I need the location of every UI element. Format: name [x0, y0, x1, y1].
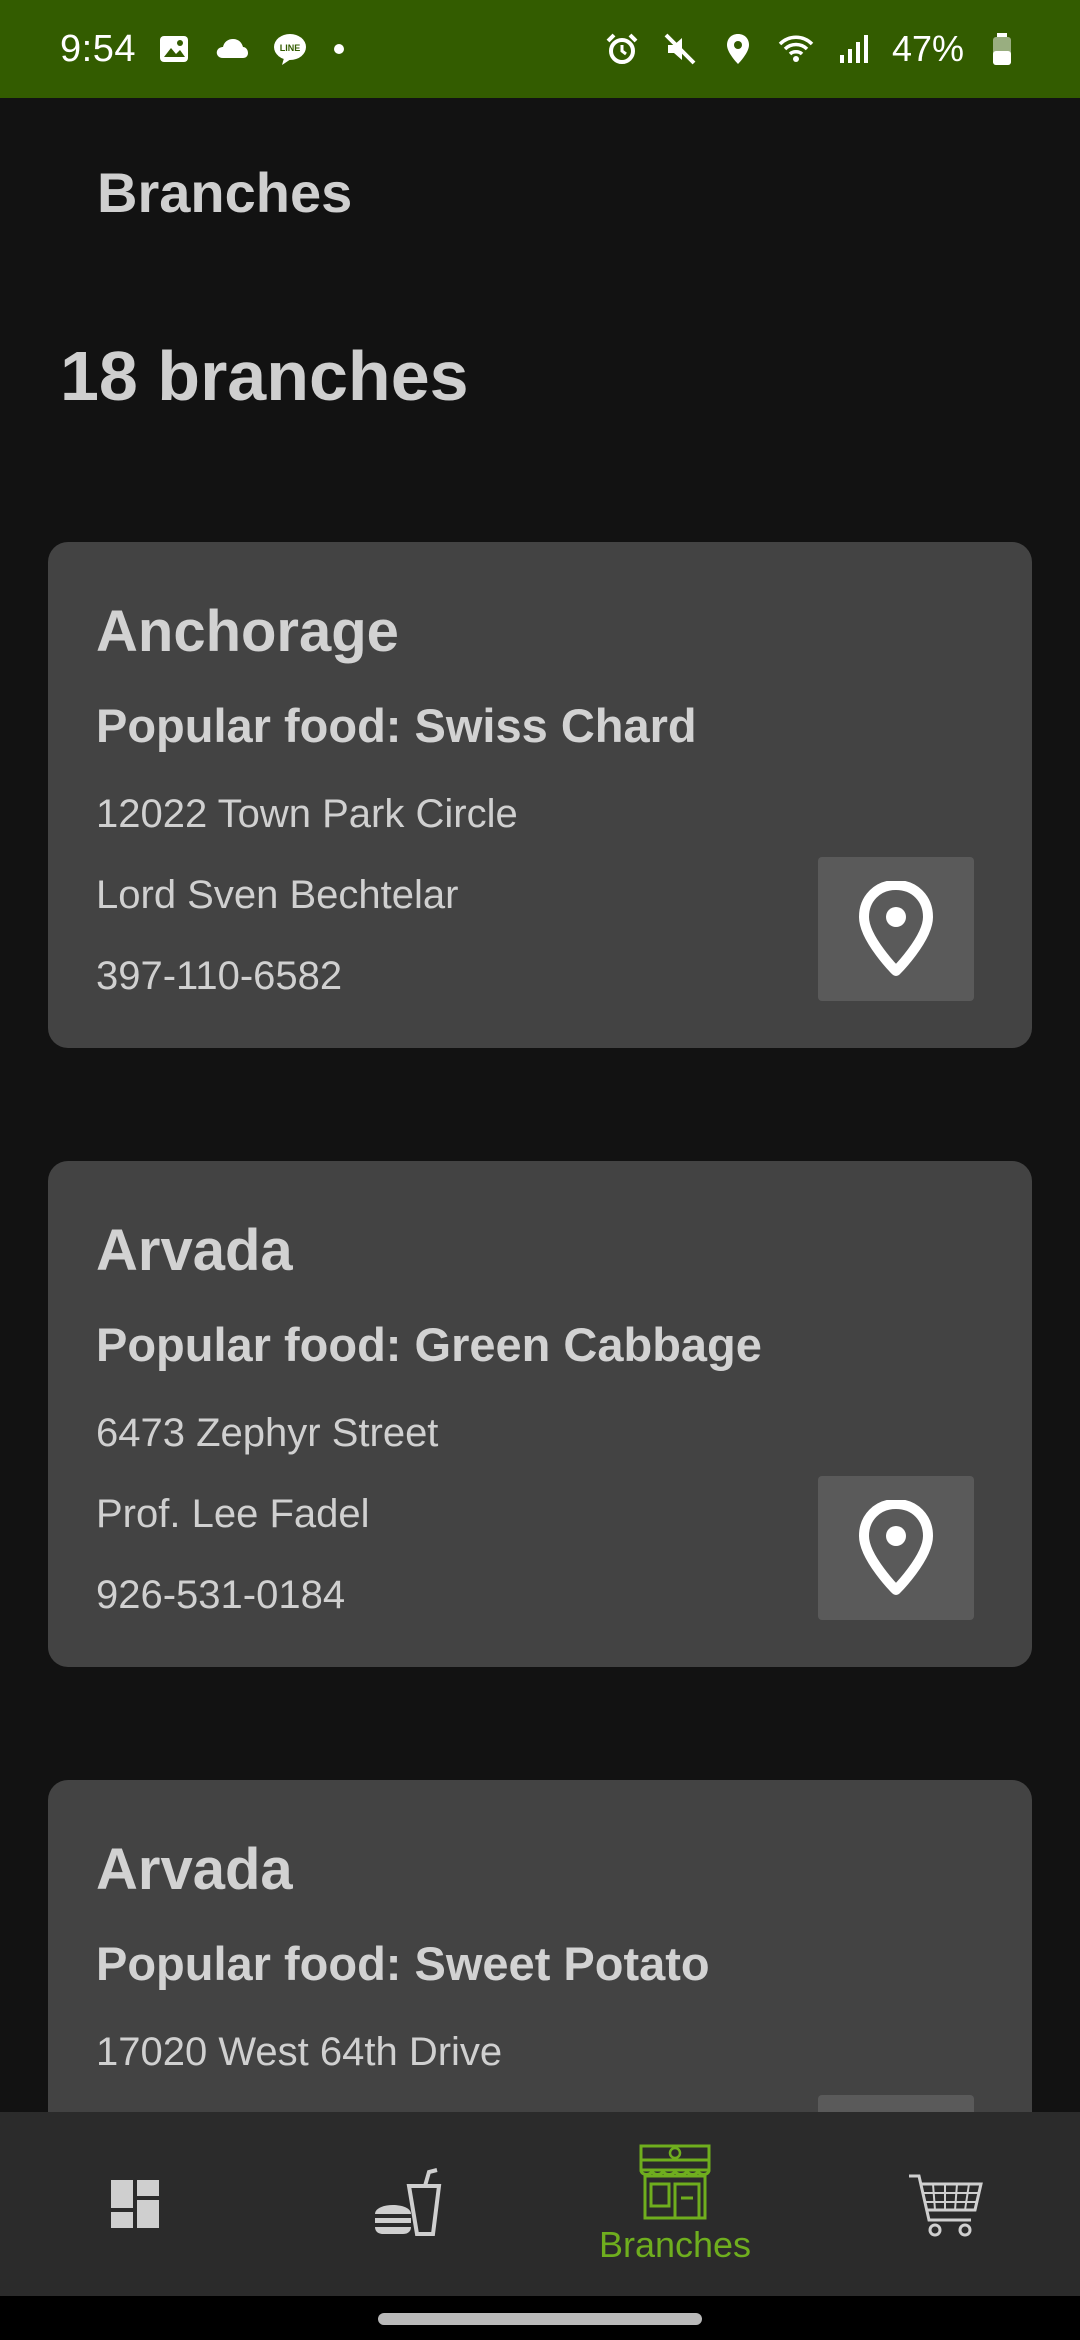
home-gesture-bar[interactable]: [378, 2313, 702, 2325]
cloud-icon: [212, 29, 252, 69]
branch-address: 17020 West 64th Drive: [96, 2030, 503, 2074]
line-app-icon: LINE: [270, 29, 310, 69]
branch-phone: 397-110-6582: [96, 954, 343, 998]
battery-percentage: 47%: [891, 28, 964, 69]
branch-card[interactable]: Arvada Popular food: Green Cabbage 6473 …: [48, 1161, 1032, 1667]
nav-cart[interactable]: [810, 2112, 1080, 2296]
branch-card[interactable]: Anchorage Popular food: Swiss Chard 1202…: [48, 542, 1032, 1048]
location-pin-icon: [859, 881, 933, 976]
open-map-button[interactable]: [818, 1476, 974, 1620]
nav-dashboard[interactable]: [0, 2112, 270, 2296]
branch-popular-food: Popular food: Green Cabbage: [96, 1318, 762, 1371]
branch-city: Anchorage: [96, 599, 399, 664]
branch-city: Arvada: [96, 1218, 293, 1283]
status-bar: 9:54 LINE 47%: [0, 0, 1080, 98]
nav-food[interactable]: [270, 2112, 540, 2296]
nav-branches-label: Branches: [598, 2224, 752, 2265]
branch-popular-food: Popular food: Swiss Chard: [96, 699, 697, 752]
location-pin-icon: [859, 1500, 933, 1595]
mute-icon: [660, 29, 700, 69]
branch-address: 6473 Zephyr Street: [96, 1411, 439, 1455]
location-icon: [718, 29, 758, 69]
store-icon: [639, 2144, 711, 2220]
signal-icon: [834, 29, 874, 69]
svg-text:LINE: LINE: [280, 43, 301, 53]
alarm-icon: [602, 29, 642, 69]
branch-manager: Lord Sven Bechtelar: [96, 873, 459, 917]
branch-address: 12022 Town Park Circle: [96, 792, 518, 836]
battery-icon: [982, 29, 1022, 69]
branch-popular-food: Popular food: Sweet Potato: [96, 1937, 710, 1990]
branch-manager: Prof. Lee Fadel: [96, 1492, 370, 1536]
food-menu-icon: [375, 2168, 442, 2236]
page-title: Branches: [97, 161, 353, 224]
branch-list[interactable]: Branches 18 branches Anchorage Popular f…: [0, 0, 1080, 2112]
notification-dot-icon: [333, 44, 344, 54]
wifi-icon: [776, 29, 816, 69]
image-icon: [154, 29, 194, 69]
dashboard-icon: [111, 2180, 159, 2228]
bottom-navigation: Branches: [0, 2112, 1080, 2296]
branch-card[interactable]: Arvada Popular food: Sweet Potato 17020 …: [48, 1780, 1032, 2112]
open-map-button[interactable]: [818, 857, 974, 1001]
branch-count-heading: 18 branches: [60, 337, 469, 415]
open-map-button[interactable]: [818, 2095, 974, 2112]
nav-branches[interactable]: Branches: [540, 2112, 810, 2296]
branch-city: Arvada: [96, 1837, 293, 1902]
screen: Branches 18 branches Anchorage Popular f…: [0, 0, 1080, 2340]
cart-icon: [909, 2174, 983, 2237]
top-app-bar: Branches: [0, 98, 1080, 288]
status-time: 9:54: [60, 27, 136, 70]
branch-phone: 926-531-0184: [96, 1573, 346, 1617]
